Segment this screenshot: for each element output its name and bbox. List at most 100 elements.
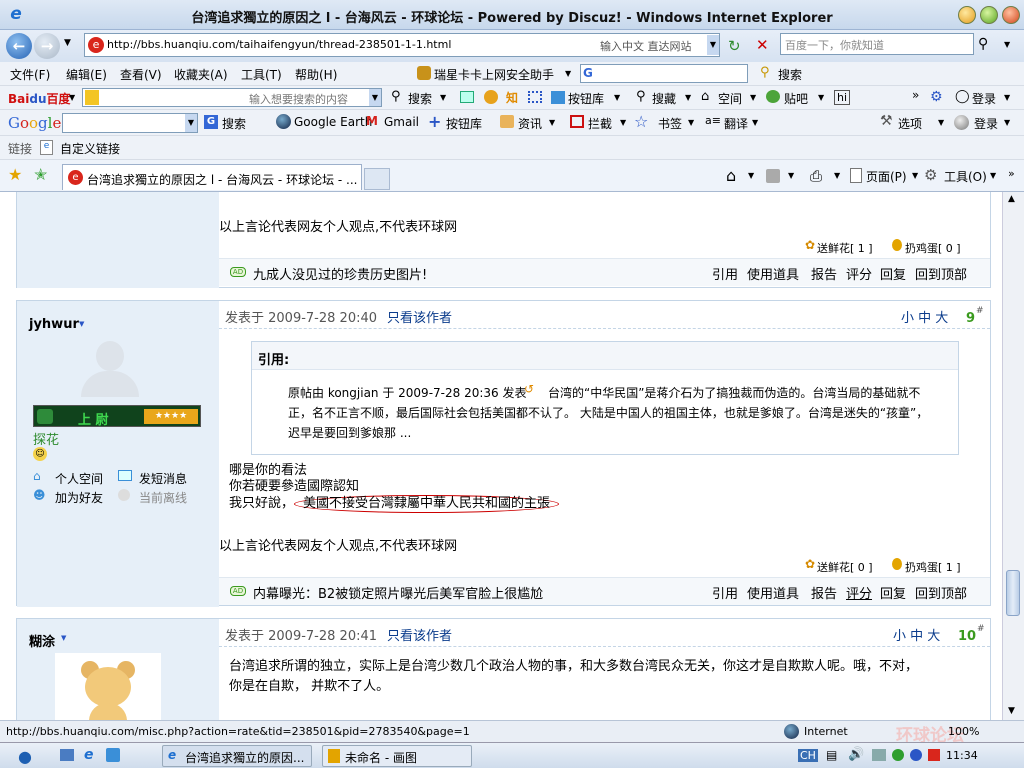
taskbar-item-paint[interactable]: 未命名 - 画图	[322, 745, 472, 767]
dropdown-icon[interactable]: ▼	[369, 89, 381, 106]
throw-eggs-link[interactable]: 扔鸡蛋[ 1 ]	[905, 559, 961, 575]
google-button-lib[interactable]: 按钮库	[446, 115, 482, 132]
hi-icon[interactable]: hi	[834, 90, 851, 105]
baidu-search-button[interactable]: 搜索	[408, 90, 432, 107]
send-flowers-link[interactable]: 送鲜花[ 0 ]	[817, 559, 873, 575]
taskbar-item-browser[interactable]: e 台湾追求獨立的原因...	[162, 745, 312, 767]
chevron-down-icon[interactable]: ▼	[549, 118, 555, 127]
add-favorites-icon[interactable]: ✭	[34, 165, 47, 184]
menu-tools[interactable]: 工具(T)	[241, 66, 282, 83]
ad-link[interactable]: 九成人没见过的珍贵历史图片!	[253, 264, 427, 283]
google-bookmark[interactable]: 书签	[658, 115, 682, 132]
network-icon[interactable]: ▤	[826, 748, 837, 762]
page-menu[interactable]: 页面(P)	[866, 168, 907, 185]
custom-links[interactable]: 自定义链接	[60, 140, 120, 157]
chevron-down-icon[interactable]: ▼	[990, 171, 996, 180]
dropdown-icon[interactable]: ▼	[707, 35, 719, 55]
reply-link[interactable]: 回复	[880, 583, 906, 602]
use-tool-link[interactable]: 使用道具	[747, 264, 799, 283]
menu-search-button[interactable]: 搜索	[778, 66, 802, 83]
chevron-down-icon[interactable]: ▼	[685, 93, 691, 102]
desktop-icon[interactable]	[60, 749, 74, 761]
chevron-down-icon[interactable]: ▼	[748, 171, 754, 180]
chevron-down-icon[interactable]: ▼	[64, 38, 71, 48]
chevron-down-icon[interactable]: ▼	[818, 93, 824, 102]
palette-icon[interactable]	[484, 90, 498, 104]
menu-view[interactable]: 查看(V)	[120, 66, 162, 83]
baidu-login[interactable]: 登录	[972, 90, 996, 107]
menu-edit[interactable]: 编辑(E)	[66, 66, 107, 83]
chevron-down-icon[interactable]: ▼	[565, 69, 571, 78]
ie-icon[interactable]: e	[84, 747, 94, 763]
quote-link[interactable]: 引用	[712, 264, 738, 283]
forward-button[interactable]: →	[34, 33, 60, 59]
zhidao-icon[interactable]: 知	[506, 89, 518, 106]
chevron-down-icon[interactable]: ▼	[69, 93, 75, 102]
google-login[interactable]: 登录	[974, 115, 998, 132]
back-button[interactable]: ←	[6, 33, 32, 59]
grid-icon[interactable]	[528, 91, 542, 103]
send-flowers-link[interactable]: 送鲜花[ 1 ]	[817, 240, 873, 256]
chevron-down-icon[interactable]: ▼	[61, 634, 66, 642]
close-button[interactable]	[1002, 6, 1020, 24]
print-icon[interactable]: ⎙	[810, 167, 822, 185]
scroll-up-arrow[interactable]: ▲	[1008, 194, 1015, 204]
google-toolbar-search[interactable]: ▼	[62, 113, 198, 133]
more-icon[interactable]: »	[1008, 167, 1015, 180]
add-friend-link[interactable]: 加为好友	[55, 489, 103, 506]
security-assistant[interactable]: 瑞星卡卡上网安全助手	[434, 66, 554, 83]
font-size-links[interactable]: 小 中 大	[893, 625, 940, 644]
search-input[interactable]: 百度一下，你就知道	[780, 33, 974, 55]
chevron-down-icon[interactable]: ▼	[938, 118, 944, 127]
gear-icon[interactable]: ⚙	[930, 89, 943, 105]
url-field[interactable]: e http://bbs.huanqiu.com/taihaifengyun/t…	[84, 33, 720, 57]
menu-help[interactable]: 帮助(H)	[295, 66, 337, 83]
author-name[interactable]: 糊涂	[29, 631, 55, 650]
jump-icon[interactable]: ↺	[524, 382, 534, 396]
menu-favorites[interactable]: 收藏夹(A)	[174, 66, 228, 83]
google-news[interactable]: 资讯	[518, 115, 542, 132]
tray-icon-4[interactable]	[928, 749, 940, 761]
chevron-down-icon[interactable]: ▼	[1004, 118, 1010, 127]
baidu-tieba[interactable]: 贴吧	[784, 90, 808, 107]
tray-icon-3[interactable]	[910, 749, 922, 761]
google-search-button[interactable]: 搜索	[222, 115, 246, 132]
google-earth-button[interactable]: Google Earth	[294, 115, 372, 129]
back-to-top-link[interactable]: 回到顶部	[915, 264, 967, 283]
gmail-button[interactable]: Gmail	[384, 115, 419, 129]
reply-link[interactable]: 回复	[880, 264, 906, 283]
volume-icon[interactable]: 🔊	[848, 747, 864, 762]
language-indicator[interactable]: CH	[798, 749, 818, 762]
font-size-links[interactable]: 小 中 大	[901, 307, 948, 326]
author-name[interactable]: jyhwur	[29, 317, 79, 332]
tools-menu[interactable]: 工具(O)	[944, 168, 987, 185]
chevron-down-icon[interactable]: ▼	[788, 171, 794, 180]
chevron-down-icon[interactable]: ▼	[79, 320, 84, 328]
google-logo[interactable]: Google	[8, 114, 61, 132]
avatar[interactable]	[75, 337, 145, 397]
chevron-down-icon[interactable]: ▼	[620, 118, 626, 127]
new-tab-button[interactable]	[364, 168, 390, 190]
favorites-star-icon[interactable]: ★	[8, 165, 22, 184]
report-link[interactable]: 报告	[811, 264, 837, 283]
home-icon[interactable]: ⌂	[726, 166, 736, 185]
baidu-souc[interactable]: 搜藏	[652, 90, 676, 107]
send-message-link[interactable]: 发短消息	[139, 470, 187, 487]
apple-icon[interactable]: ●	[18, 747, 32, 766]
chevron-down-icon[interactable]: ▼	[912, 171, 918, 180]
only-author-link[interactable]: 只看该作者	[387, 307, 452, 326]
vertical-scrollbar[interactable]: ▲ ▼	[1002, 192, 1024, 720]
zoom-level[interactable]: 100%	[948, 725, 979, 738]
chevron-down-icon[interactable]: ▼	[834, 171, 840, 180]
use-tool-link[interactable]: 使用道具	[747, 583, 799, 602]
back-to-top-link[interactable]: 回到顶部	[915, 583, 967, 602]
google-block[interactable]: 拦截	[588, 115, 612, 132]
tray-icon-2[interactable]	[892, 749, 904, 761]
more-icon[interactable]: »	[912, 88, 919, 102]
chevron-down-icon[interactable]: ▼	[1004, 93, 1010, 102]
tray-icon-1[interactable]	[872, 749, 886, 761]
report-link[interactable]: 报告	[811, 583, 837, 602]
maximize-button[interactable]	[980, 6, 998, 24]
search-icon[interactable]: ⚲	[978, 36, 988, 52]
refresh-icon[interactable]: ↻	[728, 37, 741, 55]
